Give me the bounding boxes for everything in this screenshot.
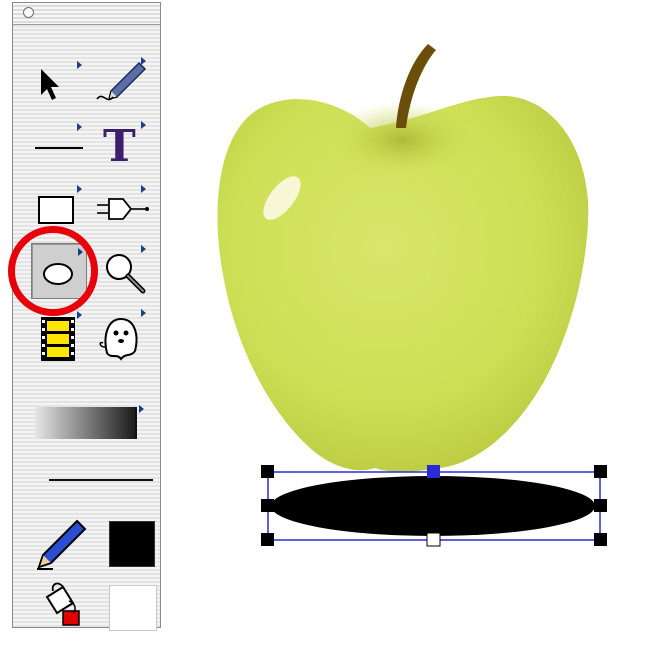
handle-top-left[interactable] [261, 465, 274, 478]
handle-bottom-right[interactable] [594, 533, 607, 546]
submenu-arrow-icon [139, 405, 144, 413]
paint-bucket-icon [45, 582, 80, 626]
arrow-tool[interactable] [33, 59, 85, 111]
line-style-swatch[interactable] [49, 479, 153, 481]
tool-palette: T [12, 2, 161, 631]
zoom-tool[interactable] [95, 243, 147, 295]
stroke-color-bucket[interactable] [33, 579, 93, 631]
handle-top-center[interactable] [427, 465, 440, 478]
submenu-arrow-icon [141, 309, 146, 317]
gradient-swatch[interactable] [35, 407, 137, 439]
submenu-arrow-icon [77, 123, 82, 131]
palette-titlebar[interactable] [13, 3, 160, 25]
handle-middle-right[interactable] [594, 499, 607, 512]
connector-tool[interactable] [95, 183, 149, 235]
submenu-arrow-icon [77, 185, 82, 193]
stroke-color-swatch[interactable] [109, 585, 157, 631]
shadow-ellipse[interactable] [271, 476, 595, 536]
submenu-arrow-icon [77, 61, 82, 69]
pen-tool[interactable] [93, 55, 147, 107]
close-box-icon[interactable] [23, 7, 34, 18]
drawing-canvas[interactable] [170, 0, 645, 654]
rectangle-tool[interactable] [33, 183, 85, 235]
submenu-arrow-icon [141, 57, 146, 65]
submenu-arrow-icon [141, 121, 146, 129]
line-tool[interactable] [33, 121, 85, 173]
submenu-arrow-icon [77, 311, 82, 319]
submenu-arrow-icon [141, 245, 146, 253]
fill-color-swatch[interactable] [109, 521, 155, 567]
submenu-arrow-icon [141, 185, 146, 193]
ghost-tool[interactable] [95, 307, 147, 361]
submenu-arrow-icon [78, 248, 83, 256]
apple-illustration [217, 44, 607, 547]
handle-middle-left[interactable] [261, 499, 274, 512]
pencil-icon [37, 519, 87, 570]
text-tool[interactable]: T [97, 119, 149, 172]
handle-top-right[interactable] [594, 465, 607, 478]
film-tool[interactable] [33, 309, 85, 361]
ellipse-tool[interactable] [31, 243, 87, 299]
svg-text:T: T [103, 121, 136, 172]
handle-bottom-center[interactable] [426, 532, 441, 547]
fill-color-pencil[interactable] [33, 515, 93, 571]
handle-bottom-left[interactable] [261, 533, 274, 546]
